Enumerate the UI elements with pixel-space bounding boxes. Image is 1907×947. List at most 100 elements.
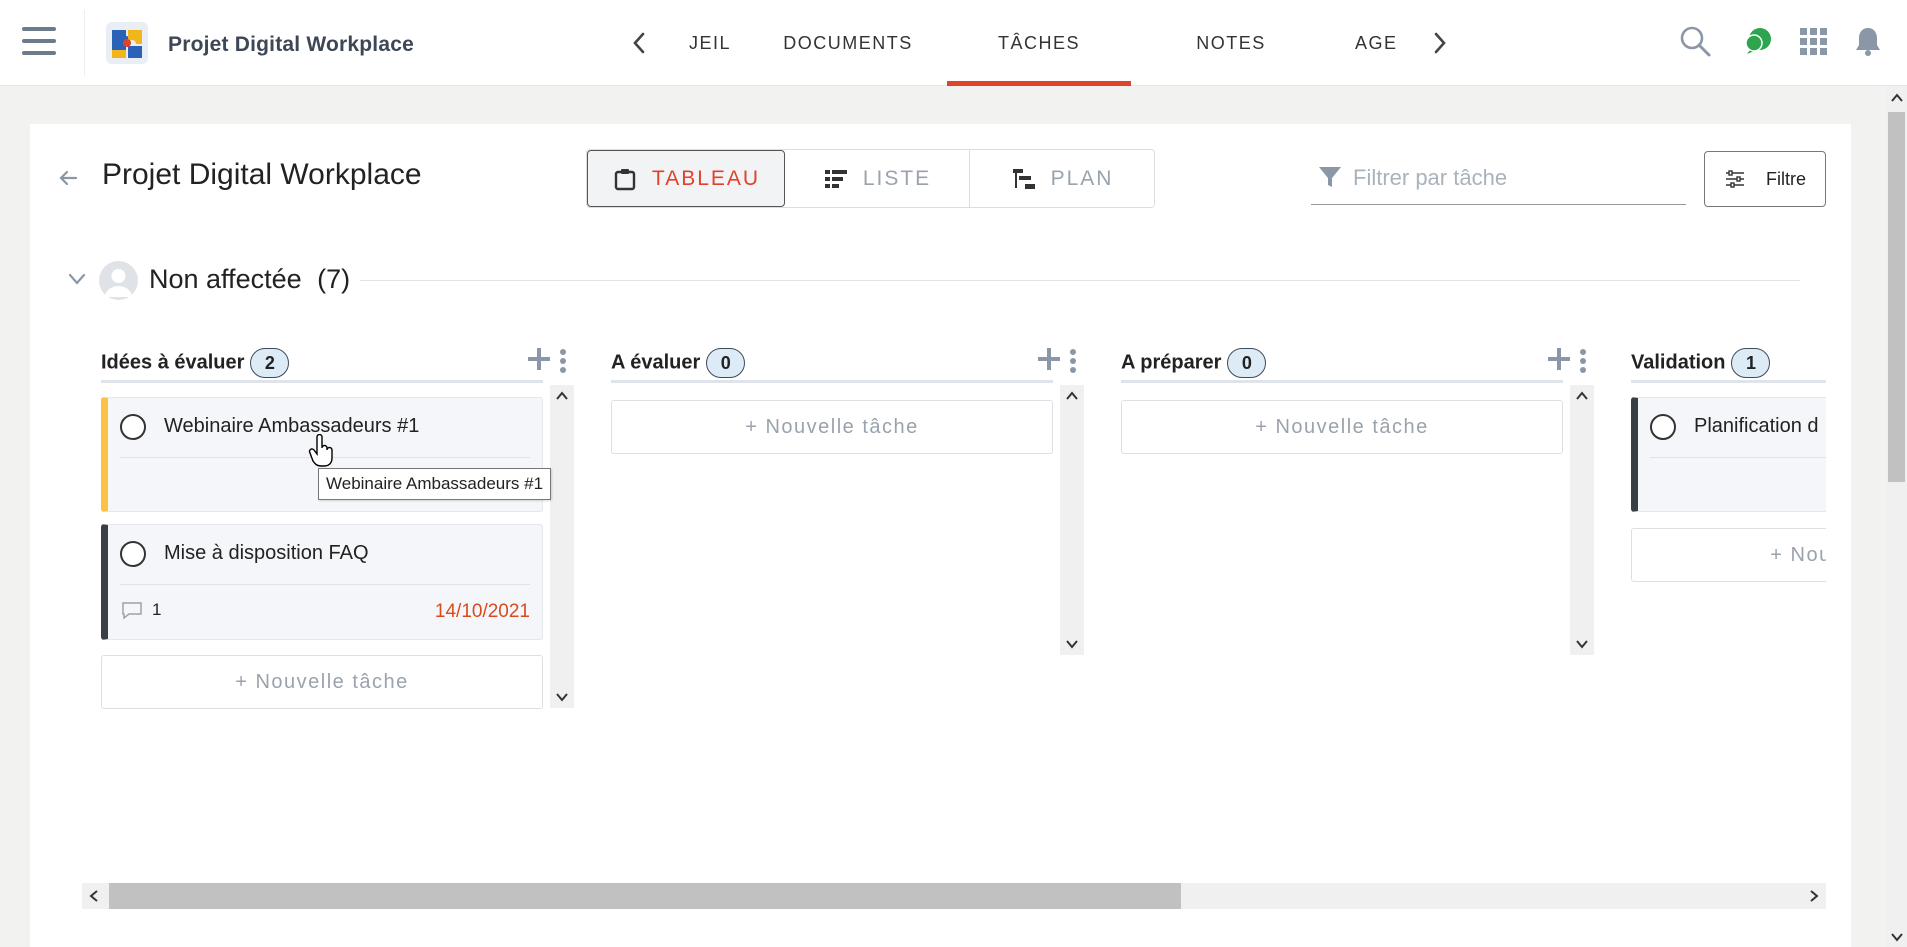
space-logo[interactable] bbox=[104, 20, 150, 66]
chevron-left-icon[interactable] bbox=[82, 883, 106, 909]
task-checkbox[interactable] bbox=[120, 541, 146, 567]
column-header: A évaluer 0 bbox=[611, 344, 1081, 378]
horizontal-scrollbar[interactable] bbox=[82, 883, 1826, 909]
group-title: Non affectée (7) bbox=[149, 264, 350, 295]
view-plan-label: PLAN bbox=[1050, 166, 1114, 190]
divider bbox=[1631, 380, 1826, 383]
column-title: Idées à évaluer bbox=[101, 351, 245, 374]
add-icon[interactable] bbox=[526, 346, 552, 372]
tooltip: Webinaire Ambassadeurs #1 bbox=[318, 468, 552, 500]
filter-button[interactable]: Filtre bbox=[1704, 151, 1826, 207]
tab-accueil[interactable]: JEIL bbox=[675, 0, 745, 86]
bell-icon[interactable] bbox=[1851, 24, 1885, 58]
gantt-icon bbox=[1012, 168, 1035, 189]
column-count-badge: 0 bbox=[706, 348, 746, 378]
column-title: Validation bbox=[1631, 351, 1726, 374]
more-vertical-icon[interactable] bbox=[1579, 348, 1587, 374]
divider bbox=[1121, 380, 1563, 383]
divider bbox=[611, 380, 1053, 383]
group-name: Non affectée bbox=[149, 264, 302, 294]
divider bbox=[1650, 457, 1826, 458]
chevron-right-icon[interactable] bbox=[1802, 883, 1826, 909]
column-header: A préparer 0 bbox=[1121, 344, 1591, 378]
task-filter-field bbox=[1311, 158, 1686, 205]
task-checkbox[interactable] bbox=[1650, 414, 1676, 440]
new-task-button[interactable]: + Nouvelle tâche bbox=[611, 400, 1053, 454]
column-scrollbar[interactable] bbox=[550, 385, 574, 708]
column-header: Validation 1 bbox=[1631, 344, 1826, 378]
chevron-up-icon[interactable] bbox=[1886, 88, 1907, 108]
scrollbar-thumb[interactable] bbox=[1888, 112, 1905, 482]
more-vertical-icon[interactable] bbox=[1069, 348, 1077, 374]
chevron-down-icon[interactable] bbox=[66, 268, 88, 290]
task-title: Planification d bbox=[1694, 415, 1819, 437]
new-task-button[interactable]: + Nou bbox=[1631, 528, 1826, 582]
page-scrollbar[interactable] bbox=[1886, 86, 1907, 947]
menu-icon[interactable] bbox=[22, 27, 56, 57]
avatar bbox=[99, 261, 138, 300]
chevron-right-icon[interactable] bbox=[1428, 28, 1452, 58]
group-count: (7) bbox=[317, 264, 351, 294]
task-filter-input[interactable] bbox=[1353, 158, 1673, 198]
search-icon[interactable] bbox=[1678, 24, 1712, 58]
chevron-left-icon[interactable] bbox=[627, 28, 651, 58]
hand-cursor-icon bbox=[308, 433, 336, 468]
add-icon[interactable] bbox=[1546, 346, 1572, 372]
scrollbar-thumb[interactable] bbox=[109, 883, 1181, 909]
chevron-down-icon[interactable] bbox=[550, 686, 574, 708]
new-task-button[interactable]: + Nouvelle tâche bbox=[101, 655, 543, 709]
divider bbox=[120, 584, 530, 585]
view-switcher: TABLEAU LISTE PLAN bbox=[586, 149, 1155, 208]
new-task-button[interactable]: + Nouvelle tâche bbox=[1121, 400, 1563, 454]
column-clip: Validation 1 Planification d + Nou bbox=[1631, 330, 1826, 590]
comment-count: 1 bbox=[120, 600, 161, 620]
tab-notes[interactable]: NOTES bbox=[1175, 0, 1287, 86]
column-count-badge: 2 bbox=[250, 348, 290, 378]
top-bar: Projet Digital Workplace JEIL DOCUMENTS … bbox=[0, 0, 1907, 86]
task-card[interactable]: Planification d bbox=[1631, 397, 1826, 512]
page-title: Projet Digital Workplace bbox=[102, 158, 422, 191]
add-icon[interactable] bbox=[1036, 346, 1062, 372]
divider bbox=[360, 280, 1800, 281]
chevron-down-icon[interactable] bbox=[1060, 633, 1084, 655]
filter-button-label: Filtre bbox=[1766, 168, 1806, 189]
chevron-up-icon[interactable] bbox=[1570, 385, 1594, 407]
app-title[interactable]: Projet Digital Workplace bbox=[168, 33, 414, 57]
sliders-icon bbox=[1726, 170, 1744, 188]
chevron-up-icon[interactable] bbox=[550, 385, 574, 407]
list-icon bbox=[824, 169, 847, 188]
chevron-down-icon[interactable] bbox=[1886, 927, 1907, 947]
tab-agenda[interactable]: AGE bbox=[1355, 0, 1425, 86]
tab-taches[interactable]: TÂCHES bbox=[947, 0, 1131, 86]
due-date: 14/10/2021 bbox=[434, 601, 530, 622]
task-title: Webinaire Ambassadeurs #1 bbox=[164, 415, 420, 437]
arrow-left-icon[interactable] bbox=[56, 166, 80, 190]
divider bbox=[84, 10, 85, 76]
task-card[interactable]: Mise à disposition FAQ 1 14/10/2021 bbox=[101, 524, 543, 640]
comment-count-value: 1 bbox=[152, 600, 162, 619]
task-checkbox[interactable] bbox=[120, 414, 146, 440]
view-liste-button[interactable]: LISTE bbox=[785, 150, 970, 207]
column-title: A évaluer bbox=[611, 351, 701, 374]
more-vertical-icon[interactable] bbox=[559, 348, 567, 374]
divider bbox=[101, 380, 543, 383]
chevron-up-icon[interactable] bbox=[1060, 385, 1084, 407]
board-icon bbox=[614, 168, 636, 190]
funnel-icon bbox=[1319, 167, 1341, 187]
view-plan-button[interactable]: PLAN bbox=[970, 150, 1154, 207]
chevron-down-icon[interactable] bbox=[1570, 633, 1594, 655]
column-scrollbar[interactable] bbox=[1570, 385, 1594, 655]
column-count-badge: 1 bbox=[1731, 348, 1771, 378]
column-scrollbar[interactable] bbox=[1060, 385, 1084, 655]
apps-grid-icon[interactable] bbox=[1796, 24, 1830, 58]
column-count-badge: 0 bbox=[1227, 348, 1267, 378]
new-task-label: + Nou bbox=[1770, 543, 1826, 566]
view-tableau-label: TABLEAU bbox=[651, 166, 761, 190]
column-header: Idées à évaluer 2 bbox=[101, 344, 571, 378]
view-tableau-button[interactable]: TABLEAU bbox=[587, 150, 785, 207]
tab-documents[interactable]: DOCUMENTS bbox=[780, 0, 916, 86]
app-tabs: JEIL DOCUMENTS TÂCHES NOTES AGE bbox=[620, 0, 1450, 86]
chat-icon[interactable] bbox=[1741, 24, 1775, 58]
column-title: A préparer bbox=[1121, 351, 1222, 374]
comment-icon bbox=[122, 602, 142, 620]
